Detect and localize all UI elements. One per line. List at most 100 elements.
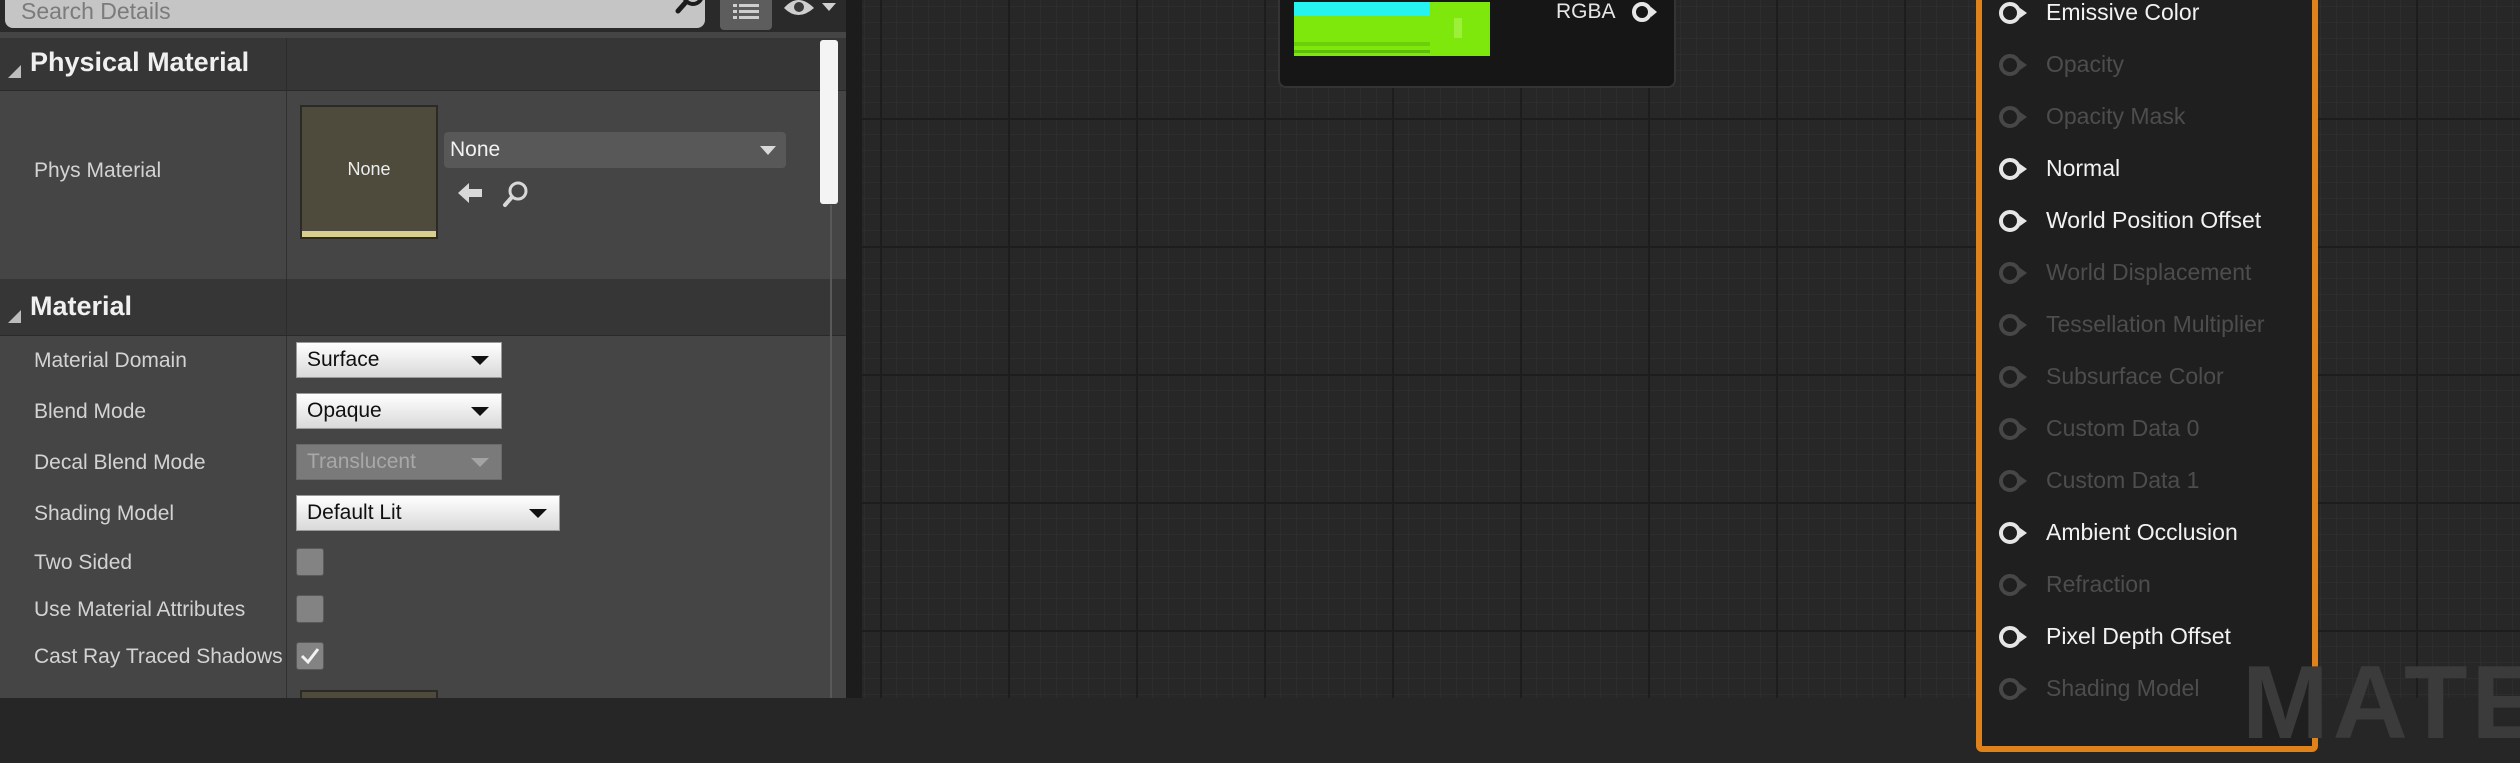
decal-blend-mode-value: Translucent xyxy=(307,450,416,473)
input-pin-icon[interactable] xyxy=(1996,52,2030,78)
shading-model-dropdown[interactable]: Default Lit xyxy=(296,495,560,531)
blend-mode-value: Opaque xyxy=(307,399,382,422)
section-title-material: Material xyxy=(30,291,133,321)
phys-material-label: Phys Material xyxy=(34,159,162,182)
search-bar xyxy=(0,0,862,32)
chevron-down-icon xyxy=(529,509,547,518)
result-pin-label: Normal xyxy=(2046,155,2121,181)
column-divider xyxy=(286,279,287,335)
result-pin-label: Opacity xyxy=(2046,51,2124,77)
rgba-output-label: RGBA xyxy=(1556,0,1616,23)
search-input[interactable] xyxy=(19,0,623,27)
result-pin-label: Emissive Color xyxy=(2046,0,2200,25)
result-pin-label: Custom Data 1 xyxy=(2046,467,2200,493)
input-pin-icon[interactable] xyxy=(1996,312,2030,338)
result-pin-label: Pixel Depth Offset xyxy=(2046,623,2231,649)
result-pin-label: Refraction xyxy=(2046,571,2151,597)
result-pin-label: Opacity Mask xyxy=(2046,103,2186,129)
result-pin-row[interactable]: Normal xyxy=(1982,148,2312,188)
details-panel: Physical Material Phys Material None Non… xyxy=(0,0,862,698)
material-domain-value: Surface xyxy=(307,348,380,371)
input-pin-icon[interactable] xyxy=(1996,0,2030,26)
blend-mode-dropdown[interactable]: Opaque xyxy=(296,393,502,429)
result-pin-row[interactable]: Opacity Mask xyxy=(1982,96,2312,136)
texture-band xyxy=(1294,42,1430,46)
input-pin-icon[interactable] xyxy=(1996,572,2030,598)
eye-icon xyxy=(784,0,814,15)
rgba-output-pin-icon[interactable] xyxy=(1630,0,1660,26)
cast-ray-traced-shadows-checkbox[interactable] xyxy=(296,642,324,670)
result-pin-label: Custom Data 0 xyxy=(2046,415,2200,441)
section-header-physical-material[interactable]: Physical Material xyxy=(0,38,846,91)
asset-type-strip xyxy=(302,231,436,237)
visibility-options-button[interactable] xyxy=(780,0,842,26)
texture-sample-node[interactable]: RGBA xyxy=(1278,0,1676,88)
search-field xyxy=(5,0,705,28)
scroll-track xyxy=(830,205,832,698)
collapse-arrow-icon xyxy=(8,65,21,78)
material-domain-label: Material Domain xyxy=(34,349,187,372)
phys-material-thumbnail[interactable]: None xyxy=(300,105,438,239)
checkmark-icon xyxy=(300,648,320,665)
panel-splitter[interactable] xyxy=(846,0,862,698)
texture-band xyxy=(1454,18,1462,38)
input-pin-icon[interactable] xyxy=(1996,156,2030,182)
column-divider xyxy=(286,38,287,90)
cast-ray-traced-shadows-label: Cast Ray Traced Shadows xyxy=(34,645,283,668)
input-pin-icon[interactable] xyxy=(1996,676,2030,702)
chevron-down-icon xyxy=(760,146,776,155)
texture-band xyxy=(1294,2,1430,16)
use-material-attributes-checkbox[interactable] xyxy=(296,595,324,623)
two-sided-checkbox[interactable] xyxy=(296,548,324,576)
shading-model-label: Shading Model xyxy=(34,502,175,525)
section-header-material[interactable]: Material xyxy=(0,279,846,336)
result-pin-label: Subsurface Color xyxy=(2046,363,2224,389)
result-pin-row[interactable]: Emissive Color xyxy=(1982,0,2312,32)
phys-material-value: None xyxy=(450,138,501,161)
texture-band xyxy=(1294,50,1430,53)
result-pin-row[interactable]: Subsurface Color xyxy=(1982,356,2312,396)
material-domain-dropdown[interactable]: Surface xyxy=(296,342,502,378)
phys-material-picker[interactable]: None xyxy=(444,132,786,168)
chevron-down-icon xyxy=(471,356,489,365)
result-pin-label: World Position Offset xyxy=(2046,207,2262,233)
input-pin-icon[interactable] xyxy=(1996,208,2030,234)
texture-preview xyxy=(1294,2,1490,56)
input-pin-icon[interactable] xyxy=(1996,104,2030,130)
input-pin-icon[interactable] xyxy=(1996,364,2030,390)
result-pin-row[interactable]: Custom Data 0 xyxy=(1982,408,2312,448)
column-divider xyxy=(286,90,287,279)
result-pin-row[interactable]: Refraction xyxy=(1982,564,2312,604)
result-pin-label: Tessellation Multiplier xyxy=(2046,311,2265,337)
result-pin-label: World Displacement xyxy=(2046,259,2252,285)
input-pin-icon[interactable] xyxy=(1996,468,2030,494)
section-title-physical-material: Physical Material xyxy=(30,47,250,77)
list-view-icon xyxy=(733,4,759,19)
browse-asset-icon[interactable] xyxy=(502,180,530,208)
result-pin-row[interactable]: Ambient Occlusion xyxy=(1982,512,2312,552)
two-sided-label: Two Sided xyxy=(34,551,133,574)
search-icon[interactable] xyxy=(673,0,707,16)
use-selected-arrow-icon[interactable] xyxy=(456,180,484,206)
result-pin-label: Ambient Occlusion xyxy=(2046,519,2238,545)
input-pin-icon[interactable] xyxy=(1996,520,2030,546)
input-pin-icon[interactable] xyxy=(1996,624,2030,650)
chevron-down-icon xyxy=(822,3,836,11)
thumbnail-label: None xyxy=(347,159,391,179)
input-pin-icon[interactable] xyxy=(1996,416,2030,442)
material-result-node[interactable]: Emissive Color Opacity Opacity Mask Normal W… xyxy=(1976,0,2318,752)
result-pin-row[interactable]: Tessellation Multiplier xyxy=(1982,304,2312,344)
view-options-button[interactable] xyxy=(720,0,772,30)
scrollbar-thumb[interactable] xyxy=(820,40,838,204)
use-material-attributes-label: Use Material Attributes xyxy=(34,598,246,621)
column-divider xyxy=(286,336,287,698)
result-pin-row[interactable]: Opacity xyxy=(1982,44,2312,84)
input-pin-icon[interactable] xyxy=(1996,260,2030,286)
result-pin-row[interactable]: World Displacement xyxy=(1982,252,2312,292)
result-pin-row[interactable]: Custom Data 1 xyxy=(1982,460,2312,500)
decal-blend-mode-dropdown[interactable]: Translucent xyxy=(296,444,502,480)
result-pin-row[interactable]: World Position Offset xyxy=(1982,200,2312,240)
shading-model-value: Default Lit xyxy=(307,501,402,524)
chevron-down-icon xyxy=(471,458,489,467)
blend-mode-label: Blend Mode xyxy=(34,400,147,423)
